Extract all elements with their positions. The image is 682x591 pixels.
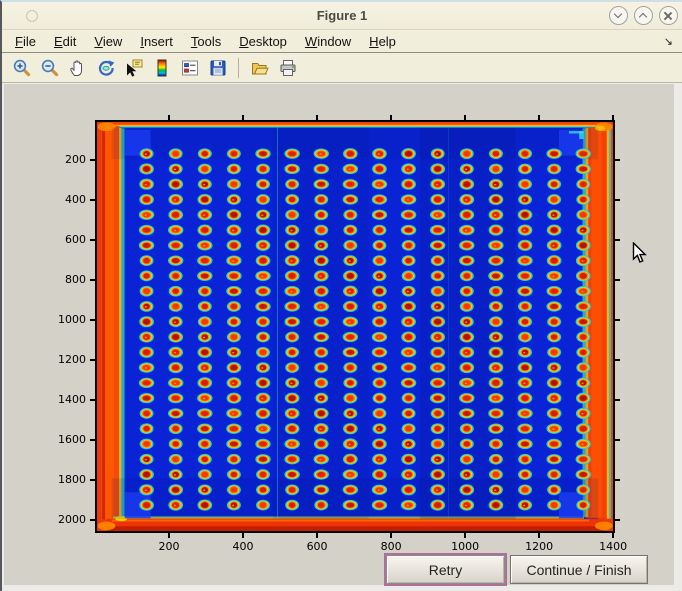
x-tick-label: 200 [139,540,199,553]
x-tick [316,533,318,538]
chevron-up-icon [638,13,646,21]
pan-icon[interactable] [67,57,88,78]
title-bar: Figure 1 [2,2,682,30]
figure-toolbar [2,53,682,83]
retry-button[interactable]: Retry [386,555,505,584]
zoom-in-icon[interactable] [11,57,32,78]
y-tick [90,359,95,361]
heatmap-image [97,122,613,531]
y-tick [90,319,95,321]
y-tick [615,159,620,161]
y-tick [615,239,620,241]
x-tick [612,533,614,538]
menu-item-view[interactable]: View [85,32,131,51]
menu-bar: FileEditViewInsertToolsDesktopWindowHelp… [2,30,682,53]
continue-finish-button[interactable]: Continue / Finish [510,555,648,584]
menu-item-window[interactable]: Window [296,32,360,51]
y-tick [90,239,95,241]
x-tick [242,115,244,120]
x-tick [316,115,318,120]
x-tick-label: 1200 [509,540,569,553]
y-tick [615,319,620,321]
menu-item-help[interactable]: Help [360,32,405,51]
window-title: Figure 1 [2,8,682,23]
y-tick [90,159,95,161]
chevron-down-icon [613,10,621,18]
y-tick-label: 1200 [38,353,86,366]
legend-icon[interactable] [179,57,200,78]
y-tick-label: 1800 [38,473,86,486]
x-tick-label: 600 [287,540,347,553]
y-tick-label: 1400 [38,393,86,406]
y-tick [90,199,95,201]
x-tick [242,533,244,538]
window-controls [609,6,678,25]
open-icon[interactable] [249,57,270,78]
x-tick-label: 400 [213,540,273,553]
y-tick [615,279,620,281]
y-tick-label: 2000 [38,513,86,526]
figure-canvas: Retry Continue / Finish 200 400 600 800 1000… [4,84,674,585]
y-tick [90,439,95,441]
print-icon[interactable] [277,57,298,78]
y-tick-label: 600 [38,233,86,246]
zoom-out-icon[interactable] [39,57,60,78]
y-tick [90,399,95,401]
y-tick [615,519,620,521]
x-tick [168,533,170,538]
toolbar-separator [238,58,239,78]
y-tick [615,399,620,401]
menu-item-edit[interactable]: Edit [45,32,85,51]
rotate-3d-icon[interactable] [95,57,116,78]
x-tick-label: 1400 [583,540,643,553]
colorbar-icon[interactable] [151,57,172,78]
y-tick-label: 200 [38,153,86,166]
x-tick [168,115,170,120]
y-tick [90,519,95,521]
y-tick [90,479,95,481]
y-tick [615,439,620,441]
x-tick [464,115,466,120]
y-tick-label: 400 [38,193,86,206]
x-tick [464,533,466,538]
x-tick-label: 800 [361,540,421,553]
menu-item-desktop[interactable]: Desktop [230,32,296,51]
data-cursor-icon[interactable] [123,57,144,78]
y-tick [90,279,95,281]
x-tick [538,533,540,538]
y-tick [615,479,620,481]
x-tick [612,115,614,120]
y-tick-label: 1000 [38,313,86,326]
y-tick-label: 800 [38,273,86,286]
dock-figure-arrow-icon[interactable]: ↘ [664,35,673,48]
x-tick-label: 1000 [435,540,495,553]
y-tick [615,199,620,201]
menu-item-insert[interactable]: Insert [131,32,182,51]
menu-item-file[interactable]: File [6,32,45,51]
x-tick [538,115,540,120]
minimize-button[interactable] [609,6,628,25]
x-tick [390,115,392,120]
close-button[interactable] [659,6,678,25]
figure-window: Figure 1 FileEditViewInsertToolsDesktopW… [0,0,682,591]
y-tick-label: 1600 [38,433,86,446]
maximize-button[interactable] [634,6,653,25]
x-tick [390,533,392,538]
plot-axes[interactable] [95,120,615,533]
menu-item-tools[interactable]: Tools [182,32,230,51]
save-icon[interactable] [207,57,228,78]
y-tick [615,359,620,361]
